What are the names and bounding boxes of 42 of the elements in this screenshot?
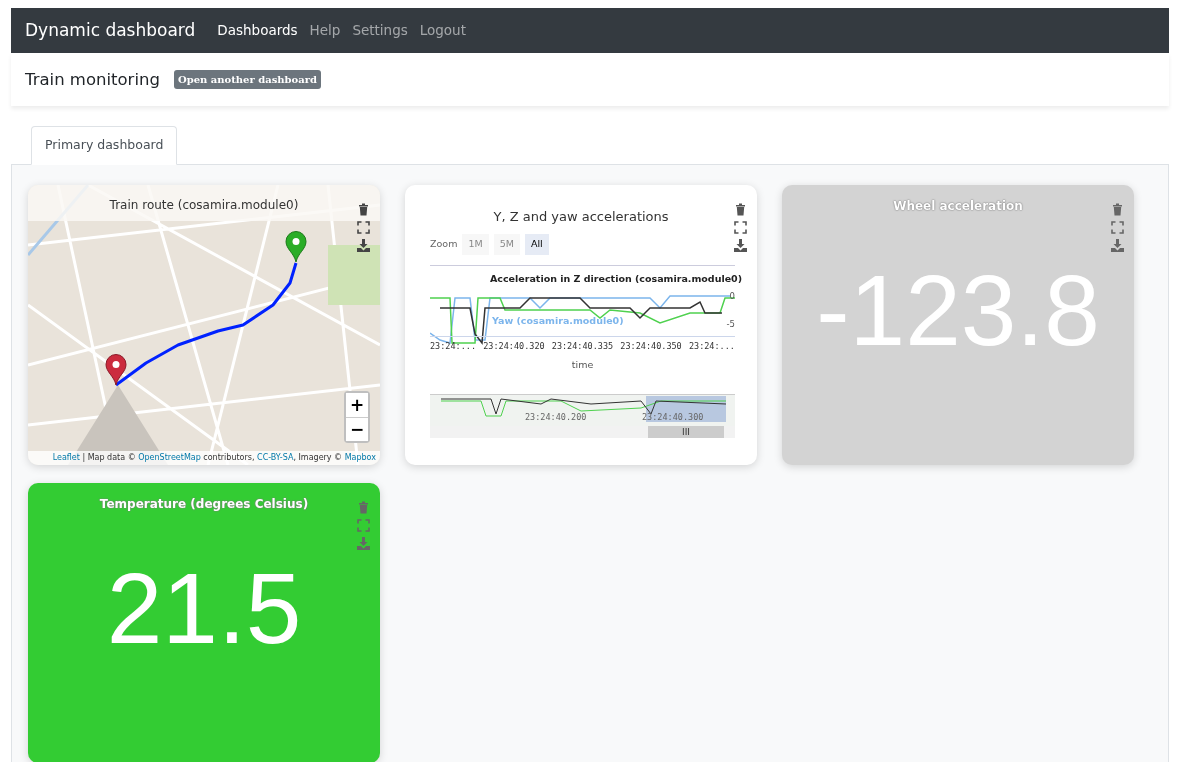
zoom-out-button[interactable]: − [346, 416, 368, 441]
fullscreen-icon[interactable] [357, 220, 370, 234]
x-tick-label: 23:24:40.320 [483, 339, 545, 353]
brand-title[interactable]: Dynamic dashboard [25, 17, 196, 44]
y-tick-label: 0 [729, 289, 735, 303]
attribution-link[interactable]: Leaflet [52, 452, 80, 462]
end-marker-icon[interactable] [285, 230, 307, 263]
open-dashboard-badge[interactable]: Open another dashboard [173, 70, 321, 89]
attribution-link[interactable]: OpenStreetMap [138, 452, 201, 462]
nav-link[interactable]: Dashboards [215, 20, 300, 41]
series-label: Yaw (cosamira.module0) [492, 313, 624, 328]
delete-icon[interactable] [1111, 202, 1124, 216]
navigator-tick-label: 23:24:40.300 [642, 410, 704, 424]
x-tick-label: 23:24:40.350 [620, 339, 682, 353]
download-icon[interactable] [734, 238, 747, 252]
nav-link[interactable]: Logout [417, 20, 468, 41]
x-tick-label: 23:24:... [688, 339, 735, 353]
download-icon[interactable] [1111, 238, 1124, 252]
attribution-link[interactable]: Mapbox [344, 452, 376, 462]
widget-value: 21.5 [105, 557, 303, 658]
page-title: Train monitoring [25, 69, 160, 90]
series-label: Acceleration in Z direction (cosamira.module0) [490, 271, 743, 286]
widget-title: Wheel acceleration [893, 198, 1023, 213]
zoom-range-button[interactable]: All [524, 234, 549, 255]
x-axis-label: time [570, 357, 595, 372]
fullscreen-icon[interactable] [1111, 220, 1124, 234]
start-marker-icon[interactable] [105, 353, 127, 386]
y-tick-label: -5 [726, 317, 735, 331]
navigator-tick-label: 23:24:40.200 [525, 410, 587, 424]
delete-icon[interactable] [357, 202, 370, 216]
widget-title: Temperature (degrees Celsius) [99, 496, 309, 511]
nav-link[interactable]: Settings [350, 20, 410, 41]
download-icon[interactable] [357, 238, 370, 252]
nav-link[interactable]: Help [307, 20, 343, 41]
x-tick-label: 23:24:40.335 [551, 339, 614, 353]
fullscreen-icon[interactable] [734, 220, 747, 234]
x-tick-label: 23:24:... [430, 339, 477, 353]
dashboard-tab[interactable]: Primary dashboard [31, 126, 178, 165]
chart-title: Y, Z and yaw accelerations [493, 208, 669, 224]
widget-title: Train route (cosamira.module0) [28, 184, 380, 221]
delete-icon[interactable] [734, 202, 747, 216]
zoom-label: Zoom [430, 237, 458, 252]
